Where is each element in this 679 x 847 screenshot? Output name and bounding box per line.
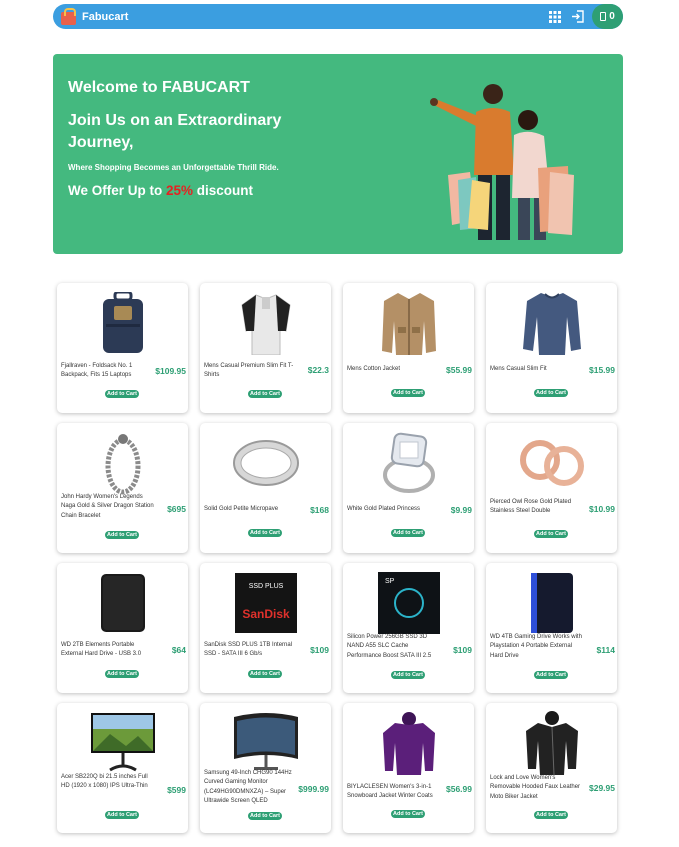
product-title: Fjallraven - Foldsack No. 1 Backpack, Fi… <box>61 363 133 379</box>
bracelet-icon[interactable] <box>57 427 188 499</box>
add-to-cart-button[interactable]: Add to Cart <box>105 531 139 539</box>
product-card[interactable]: BIYLACLESEN Women's 3-in-1 Snowboard Jac… <box>343 703 474 833</box>
add-to-cart-button[interactable]: Add to Cart <box>248 670 282 678</box>
product-card[interactable]: Mens Cotton Jacket $55.99 Add to Cart <box>343 283 474 413</box>
product-title: BIYLACLESEN Women's 3-in-1 Snowboard Jac… <box>347 784 433 800</box>
gaming-drive-icon[interactable] <box>486 567 617 639</box>
ssd-box-icon[interactable]: SP <box>343 567 474 639</box>
product-title: Mens Casual Slim Fit <box>490 366 547 372</box>
product-title: Samsung 49-Inch CHG90 144Hz Curved Gamin… <box>204 770 292 804</box>
product-price: $168 <box>310 505 329 515</box>
diamond-ring-icon[interactable] <box>343 427 474 499</box>
product-card[interactable]: Acer SB220Q bi 21.5 inches Full HD (1920… <box>57 703 188 833</box>
add-to-cart-button[interactable]: Add to Cart <box>105 670 139 678</box>
svg-text:SSD PLUS: SSD PLUS <box>248 583 283 590</box>
product-price: $999.99 <box>298 784 329 794</box>
add-to-cart-button[interactable]: Add to Cart <box>391 810 425 818</box>
add-to-cart-button[interactable]: Add to Cart <box>391 389 425 397</box>
product-card[interactable]: Samsung 49-Inch CHG90 144Hz Curved Gamin… <box>200 703 331 833</box>
snow-jacket-icon[interactable] <box>343 707 474 779</box>
product-card[interactable]: Mens Casual Premium Slim Fit T-Shirts $22… <box>200 283 331 413</box>
product-card[interactable]: SSD PLUS SanDisk SanDisk SSD PLUS 1TB Inte… <box>200 563 331 693</box>
product-price: $56.99 <box>446 784 472 794</box>
hero-banner: Welcome to FABUCART Join Us on an Extrao… <box>53 54 623 254</box>
product-price: $64 <box>171 645 186 655</box>
earrings-icon[interactable] <box>486 427 617 499</box>
product-card[interactable]: WD 4TB Gaming Drive Works with Playstati… <box>486 563 617 693</box>
cart-icon <box>600 12 607 21</box>
product-price: $695 <box>167 504 186 514</box>
monitor-icon[interactable] <box>57 707 188 779</box>
top-navbar: Fabucart 0 <box>53 4 623 29</box>
shopping-couple-illustration <box>430 84 574 240</box>
product-title: Pierced Owl Rose Gold Plated Stainless S… <box>490 499 572 515</box>
tshirt-icon[interactable] <box>200 287 331 359</box>
grid-icon[interactable] <box>548 10 562 24</box>
product-title: Mens Casual Premium Slim Fit T-Shirts <box>204 363 294 379</box>
hero-headline: Join Us on an Extraordinary Journey, <box>68 112 282 151</box>
product-card[interactable]: Mens Casual Slim Fit $15.99 Add to Cart <box>486 283 617 413</box>
product-price: $55.99 <box>446 365 472 375</box>
svg-text:SP: SP <box>385 578 395 585</box>
longsleeve-icon[interactable] <box>486 287 617 359</box>
add-to-cart-button[interactable]: Add to Cart <box>534 389 568 397</box>
hero-offer: We Offer Up to 25% discount <box>68 183 254 198</box>
product-title: White Gold Plated Princess <box>347 506 421 512</box>
discount-percent: 25% <box>166 183 194 198</box>
add-to-cart-button[interactable]: Add to Cart <box>105 811 139 819</box>
product-price: $10.99 <box>589 504 615 514</box>
hero-welcome: Welcome to FABUCART <box>68 79 250 96</box>
product-card[interactable]: Lock and Love Women's Removable Hooded F… <box>486 703 617 833</box>
cart-button[interactable]: 0 <box>592 4 623 29</box>
product-title: WD 4TB Gaming Drive Works with Playstati… <box>490 634 582 659</box>
product-title: Mens Cotton Jacket <box>347 366 401 372</box>
product-price: $109.95 <box>155 366 186 376</box>
add-to-cart-button[interactable]: Add to Cart <box>391 529 425 537</box>
product-price: $109 <box>453 645 472 655</box>
product-card[interactable]: Pierced Owl Rose Gold Plated Stainless S… <box>486 423 617 553</box>
product-title: Acer SB220Q bi 21.5 inches Full HD (1920… <box>61 774 148 790</box>
product-card[interactable]: WD 2TB Elements Portable External Hard D… <box>57 563 188 693</box>
product-price: $109 <box>310 645 329 655</box>
product-price: $15.99 <box>589 365 615 375</box>
product-title: Silicon Power 256GB SSD 3D NAND A55 SLC … <box>347 634 432 659</box>
login-icon[interactable] <box>570 10 584 24</box>
cart-count: 0 <box>609 11 615 22</box>
jacket-icon[interactable] <box>343 287 474 359</box>
backpack-icon[interactable] <box>57 287 188 359</box>
product-card[interactable]: White Gold Plated Princess $9.99 Add to Ca… <box>343 423 474 553</box>
hero-tagline: Where Shopping Becomes an Unforgettable … <box>68 163 279 172</box>
brand-name[interactable]: Fabucart <box>82 11 128 23</box>
product-card[interactable]: Fjallraven - Foldsack No. 1 Backpack, Fi… <box>57 283 188 413</box>
product-price: $29.95 <box>589 783 615 793</box>
shopping-bag-logo-icon[interactable] <box>59 7 79 26</box>
product-title: John Hardy Women's Legends Naga Gold & S… <box>61 494 154 519</box>
add-to-cart-button[interactable]: Add to Cart <box>248 529 282 537</box>
product-title: SanDisk SSD PLUS 1TB Internal SSD - SATA… <box>204 642 293 658</box>
add-to-cart-button[interactable]: Add to Cart <box>391 671 425 679</box>
add-to-cart-button[interactable]: Add to Cart <box>105 390 139 398</box>
svg-text:SanDisk: SanDisk <box>242 607 290 621</box>
product-card[interactable]: Solid Gold Petite Micropave $168 Add to Ca… <box>200 423 331 553</box>
product-title: WD 2TB Elements Portable External Hard D… <box>61 642 142 658</box>
product-card[interactable]: SP Silicon Power 256GB SSD 3D NAND A55 SL… <box>343 563 474 693</box>
product-card[interactable]: John Hardy Women's Legends Naga Gold & S… <box>57 423 188 553</box>
add-to-cart-button[interactable]: Add to Cart <box>534 530 568 538</box>
leather-jacket-icon[interactable] <box>486 707 617 779</box>
product-title: Solid Gold Petite Micropave <box>204 506 279 512</box>
product-title: Lock and Love Women's Removable Hooded F… <box>490 775 581 800</box>
add-to-cart-button[interactable]: Add to Cart <box>248 812 282 820</box>
add-to-cart-button[interactable]: Add to Cart <box>248 390 282 398</box>
product-price: $9.99 <box>450 505 472 515</box>
hard-drive-icon[interactable] <box>57 567 188 639</box>
add-to-cart-button[interactable]: Add to Cart <box>534 671 568 679</box>
product-price: $114 <box>596 645 615 655</box>
product-price: $599 <box>167 785 186 795</box>
add-to-cart-button[interactable]: Add to Cart <box>534 811 568 819</box>
product-price: $22.3 <box>307 365 329 375</box>
ssd-icon[interactable]: SSD PLUS SanDisk <box>200 567 331 639</box>
ring-icon[interactable] <box>200 427 331 499</box>
